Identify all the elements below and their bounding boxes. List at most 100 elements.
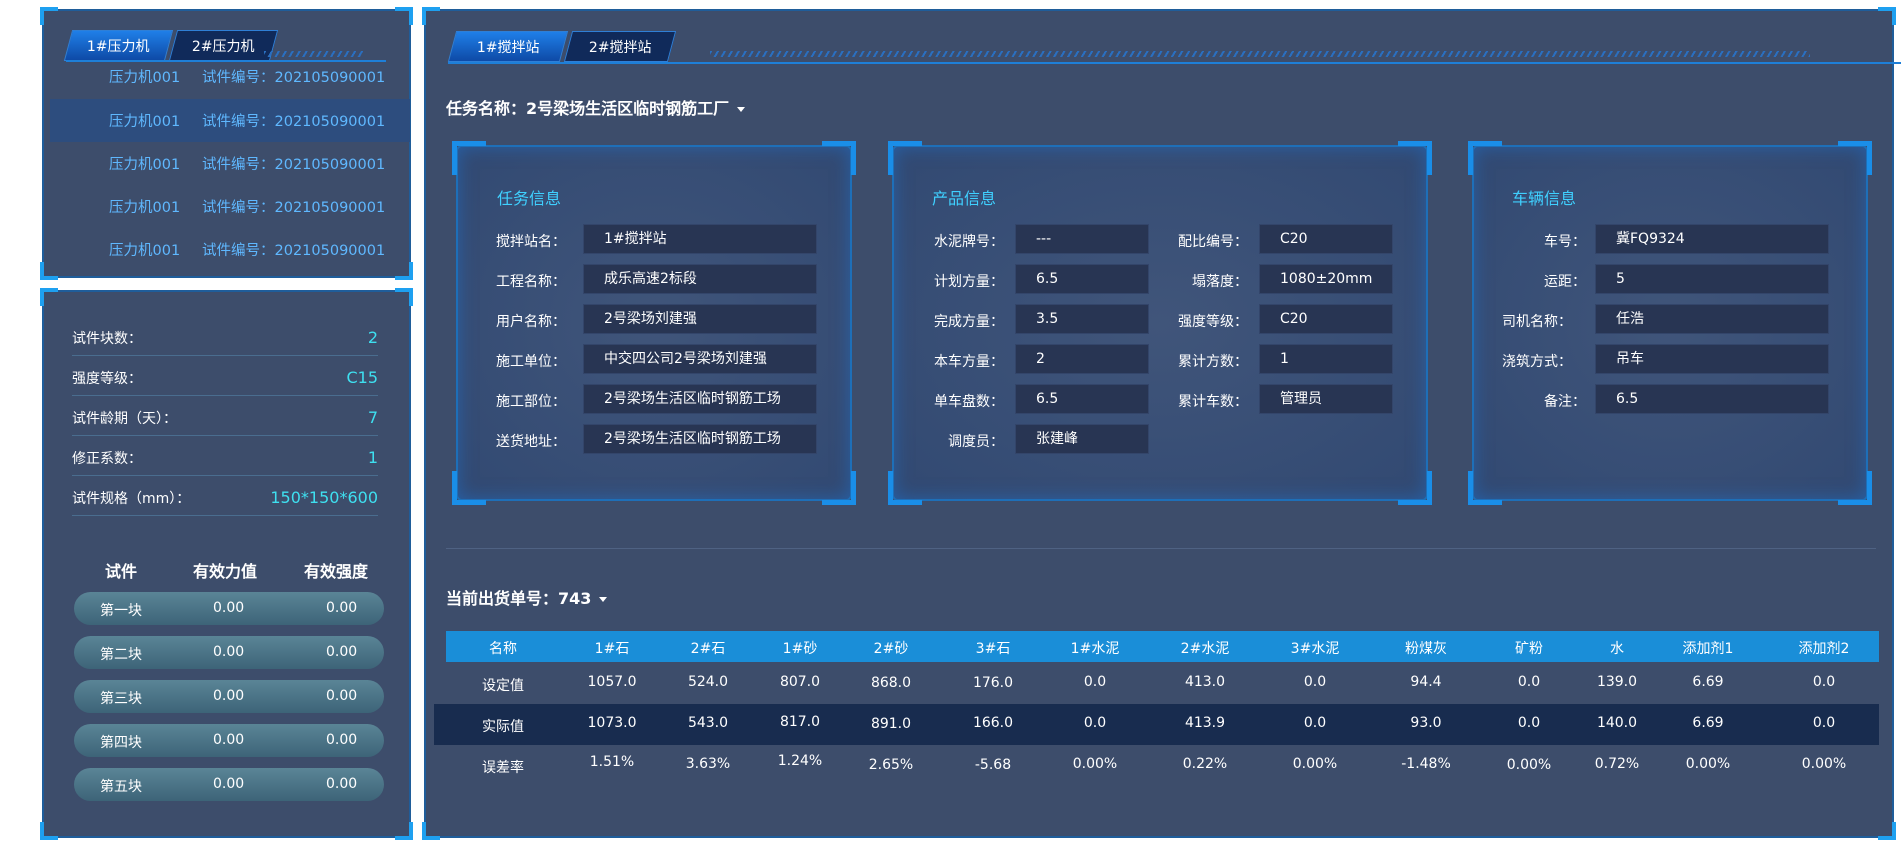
table-cell: 891.0 bbox=[870, 716, 912, 732]
stat-correction-factor: 修正系数： 1 bbox=[72, 436, 378, 476]
field-slump: 1080±20mm bbox=[1259, 264, 1393, 294]
field-distance: 5 bbox=[1595, 264, 1829, 294]
table-cell: 93.0 bbox=[1410, 715, 1442, 731]
table-cell: 413.0 bbox=[1184, 674, 1226, 690]
tab-station-2[interactable]: 2#搅拌站 bbox=[563, 31, 677, 62]
field-completed-volume: 3.5 bbox=[1015, 304, 1149, 334]
press-name: 压力机001 bbox=[109, 69, 181, 86]
press-list-item[interactable]: 压力机001 试件编号：202105090001 bbox=[50, 56, 410, 96]
table-cell: 6.69 bbox=[1692, 674, 1724, 690]
vehicle-info-card: 车辆信息 车号： 冀FQ9324 运距： 5 司机名称： 任浩 浇筑方式： 吊车… bbox=[1468, 141, 1872, 505]
panel-corner bbox=[422, 822, 440, 840]
panel-corner bbox=[395, 288, 413, 306]
field-label: 本车方量： bbox=[934, 354, 1004, 370]
field-label: 水泥牌号： bbox=[934, 234, 1004, 250]
field-label: 累计方数： bbox=[1178, 354, 1248, 370]
task-name-dropdown[interactable]: 任务名称：2号梁场生活区临时钢筋工厂 bbox=[446, 95, 746, 119]
panel-corner bbox=[422, 7, 440, 25]
press-name: 压力机001 bbox=[109, 243, 181, 259]
field-label: 施工单位： bbox=[496, 354, 566, 370]
card-corner bbox=[888, 471, 922, 505]
chevron-down-icon bbox=[737, 107, 746, 112]
specimen-code: 试件编号：202105090001 bbox=[202, 157, 386, 173]
panel-corner bbox=[395, 822, 413, 840]
field-construction-unit: 中交四公司2号梁场刘建强 bbox=[583, 344, 817, 374]
column-header: 1#水泥 bbox=[1070, 641, 1120, 657]
column-header: 粉煤灰 bbox=[1405, 641, 1447, 657]
field-station-name: 1#搅拌站 bbox=[583, 224, 817, 254]
field-label: 用户名称： bbox=[496, 314, 566, 330]
press-list-item-selected[interactable]: 压力机001 试件编号：202105090001 bbox=[50, 99, 410, 142]
field-dispatcher: 张建峰 bbox=[1015, 424, 1149, 454]
table-cell: 0.0 bbox=[1517, 674, 1541, 690]
column-header: 添加剂2 bbox=[1798, 641, 1850, 657]
field-driver-name: 任浩 bbox=[1595, 304, 1829, 334]
specimen-code: 试件编号：202105090001 bbox=[202, 114, 386, 130]
specimen-block-row[interactable]: 第五块 0.00 0.00 bbox=[74, 768, 384, 801]
stat-specimen-age: 试件龄期（天）： 7 bbox=[72, 396, 378, 436]
shipment-number-text: 当前出货单号：743 bbox=[446, 589, 592, 608]
specimen-code: 试件编号：202105090001 bbox=[202, 243, 386, 259]
specimen-block-row[interactable]: 第一块 0.00 0.00 bbox=[74, 592, 384, 625]
field-label: 强度等级： bbox=[1178, 314, 1248, 330]
table-cell: 0.00% bbox=[1506, 757, 1552, 773]
field-plate-number: 冀FQ9324 bbox=[1595, 224, 1829, 254]
table-cell: -1.48% bbox=[1401, 756, 1451, 772]
field-batches-per-truck: 6.5 bbox=[1015, 384, 1149, 414]
tab-station-1[interactable]: 1#搅拌站 bbox=[447, 31, 569, 62]
table-cell: 166.0 bbox=[972, 715, 1014, 731]
field-label: 搅拌站名： bbox=[496, 234, 566, 250]
specimen-block-row[interactable]: 第三块 0.00 0.00 bbox=[74, 680, 384, 713]
tab-underline bbox=[448, 62, 1901, 64]
table-cell: -5.68 bbox=[974, 757, 1012, 773]
stat-specimen-size: 试件规格（mm）： 150*150*600 bbox=[72, 476, 378, 516]
field-label: 调度员： bbox=[948, 434, 1004, 450]
table-cell: 0.0 bbox=[1303, 715, 1327, 731]
table-cell: 1057.0 bbox=[587, 674, 637, 690]
product-info-title: 产品信息 bbox=[932, 189, 997, 208]
press-name: 压力机001 bbox=[109, 157, 181, 173]
column-header: 2#石 bbox=[690, 641, 726, 657]
table-cell: 868.0 bbox=[870, 675, 912, 691]
table-cell: 0.00% bbox=[1685, 756, 1731, 772]
field-label: 计划方量： bbox=[934, 274, 1004, 290]
block-force: 0.00 bbox=[213, 776, 245, 792]
column-header-strength: 有效强度 bbox=[304, 562, 369, 581]
specimen-block-row[interactable]: 第四块 0.00 0.00 bbox=[74, 724, 384, 757]
field-project-name: 成乐高速2标段 bbox=[583, 264, 817, 294]
panel-corner bbox=[40, 822, 58, 840]
specimen-block-row[interactable]: 第二块 0.00 0.00 bbox=[74, 636, 384, 669]
column-header: 3#石 bbox=[975, 641, 1011, 657]
card-corner bbox=[888, 141, 922, 175]
block-name: 第二块 bbox=[100, 647, 142, 663]
table-cell: 94.4 bbox=[1410, 674, 1442, 690]
press-list-item[interactable]: 压力机001 试件编号：202105090001 bbox=[50, 185, 410, 228]
press-list-item[interactable]: 压力机001 试件编号：202105090001 bbox=[50, 142, 410, 185]
stat-label: 修正系数： bbox=[72, 451, 142, 467]
table-cell: 0.0 bbox=[1303, 674, 1327, 690]
press-name: 压力机001 bbox=[109, 114, 181, 130]
stat-label: 试件规格（mm）： bbox=[72, 491, 191, 507]
block-name: 第三块 bbox=[100, 691, 142, 707]
column-header: 名称 bbox=[489, 641, 517, 657]
chevron-down-icon bbox=[599, 597, 608, 602]
material-table-header: 名称 1#石 2#石 1#砂 2#砂 3#石 1#水泥 2#水泥 3#水泥 粉煤… bbox=[446, 631, 1879, 662]
table-cell: 807.0 bbox=[779, 674, 821, 690]
field-label: 单车盘数： bbox=[934, 394, 1004, 410]
product-info-card: 产品信息 水泥牌号： --- 计划方量： 6.5 完成方量： 3.5 本车方量：… bbox=[888, 141, 1432, 505]
tab-hatch-decoration bbox=[710, 51, 1810, 57]
table-cell: 0.0 bbox=[1812, 715, 1836, 731]
card-corner bbox=[1398, 471, 1432, 505]
field-remark: 6.5 bbox=[1595, 384, 1829, 414]
press-list-panel: 1#压力机 2#压力机 压力机001 试件编号：202105090001 压力机… bbox=[40, 7, 413, 280]
stat-value: 1 bbox=[367, 448, 378, 467]
table-cell: 524.0 bbox=[687, 674, 729, 690]
block-force: 0.00 bbox=[213, 732, 245, 748]
field-label: 车号： bbox=[1544, 234, 1586, 250]
shipment-number-dropdown[interactable]: 当前出货单号：743 bbox=[446, 585, 608, 609]
table-cell: 140.0 bbox=[1596, 715, 1638, 731]
press-list-item[interactable]: 压力机001 试件编号：202105090001 bbox=[50, 228, 410, 271]
table-cell: 0.0 bbox=[1083, 715, 1107, 731]
table-cell: 817.0 bbox=[779, 714, 821, 730]
stat-strength-grade: 强度等级： C15 bbox=[72, 356, 378, 396]
